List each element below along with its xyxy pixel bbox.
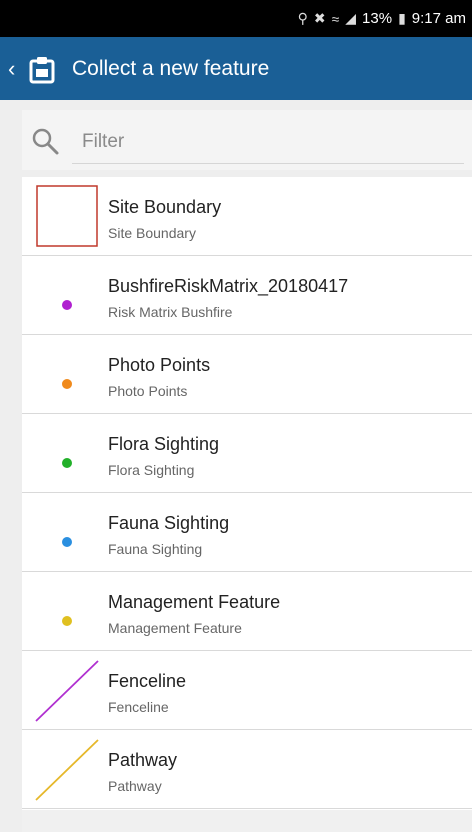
list-item-photo-points[interactable]: Photo Points Photo Points (22, 335, 472, 414)
feature-list: Site Boundary Site Boundary BushfireRisk… (22, 177, 472, 810)
page-title: Collect a new feature (72, 56, 270, 80)
point-symbol-icon (62, 300, 72, 310)
list-item-pathway[interactable]: Pathway Pathway (22, 730, 472, 809)
list-item-subtitle: Pathway (108, 778, 162, 794)
battery-icon: ▮ (398, 10, 406, 26)
point-symbol-icon (62, 537, 72, 547)
line-symbol-icon (35, 739, 99, 801)
battery-percent: 13% (362, 10, 393, 27)
clock: 9:17 am (411, 10, 466, 27)
search-bar (22, 110, 472, 170)
list-item-subtitle: Fenceline (108, 699, 169, 715)
back-chevron-icon[interactable]: ‹ (8, 56, 22, 82)
list-item-fauna-sighting[interactable]: Fauna Sighting Fauna Sighting (22, 493, 472, 572)
polygon-symbol-icon (36, 185, 98, 247)
list-item-subtitle: Risk Matrix Bushfire (108, 304, 233, 320)
list-item-title: Photo Points (108, 355, 211, 375)
list-item-subtitle: Flora Sighting (108, 462, 195, 478)
list-item-subtitle: Site Boundary (108, 225, 196, 241)
list-item-title: Site Boundary (108, 197, 222, 217)
list-item-title: Flora Sighting (108, 434, 220, 454)
list-item-flora-sighting[interactable]: Flora Sighting Flora Sighting (22, 414, 472, 493)
wifi-icon: ≈ (331, 10, 340, 27)
list-item-title: BushfireRiskMatrix_20180417 (108, 276, 349, 296)
point-symbol-icon (62, 458, 72, 468)
list-item-title: Management Feature (108, 592, 281, 612)
list-item-bushfire-risk-matrix[interactable]: BushfireRiskMatrix_20180417 Risk Matrix … (22, 256, 472, 335)
mute-icon: ✖ (313, 10, 326, 26)
list-footer (22, 810, 472, 832)
point-symbol-icon (62, 379, 72, 389)
list-item-fenceline[interactable]: Fenceline Fenceline (22, 651, 472, 730)
list-item-subtitle: Photo Points (108, 383, 188, 399)
list-item-subtitle: Fauna Sighting (108, 541, 203, 557)
signal-icon: ◢ (345, 10, 357, 26)
app-bar: ‹ Collect a new feature (0, 37, 472, 100)
collect-feature-icon[interactable] (26, 53, 58, 85)
list-item-title: Pathway (108, 750, 178, 770)
list-item-site-boundary[interactable]: Site Boundary Site Boundary (22, 177, 472, 256)
search-icon (32, 128, 59, 155)
list-item-subtitle: Management Feature (108, 620, 242, 636)
status-bar: ⚲ ✖ ≈ ◢ 13% ▮ 9:17 am (0, 0, 472, 37)
search-input[interactable] (72, 120, 464, 164)
point-symbol-icon (62, 616, 72, 626)
line-symbol-icon (35, 660, 99, 722)
list-item-title: Fenceline (108, 671, 187, 691)
location-icon: ⚲ (297, 10, 308, 26)
list-item-title: Fauna Sighting (108, 513, 230, 533)
list-item-management-feature[interactable]: Management Feature Management Feature (22, 572, 472, 651)
